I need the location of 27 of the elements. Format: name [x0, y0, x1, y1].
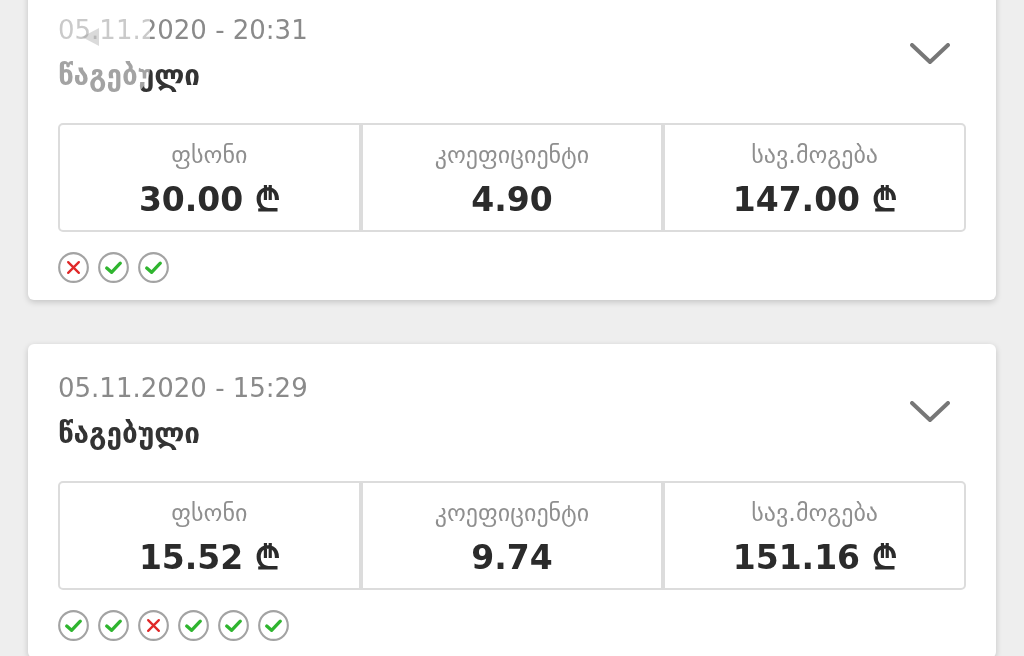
stat-value: 15.52 ₾	[138, 538, 280, 578]
stat-value: 9.74	[471, 538, 553, 578]
stat-label: ფსონი	[171, 498, 248, 529]
check-circle-icon	[98, 610, 129, 641]
stat-label: კოეფიციენტი	[434, 498, 590, 529]
check-circle-icon	[218, 610, 249, 641]
stat-value: 151.16 ₾	[732, 538, 897, 578]
cross-circle-icon	[58, 252, 89, 283]
check-circle-icon	[178, 610, 209, 641]
bet-status: წაგებული	[58, 58, 202, 94]
stat-value: 4.90	[471, 180, 553, 220]
cross-circle-icon	[138, 610, 169, 641]
check-circle-icon	[98, 252, 129, 283]
chevron-icon[interactable]	[910, 43, 950, 65]
stat-label: სავ.მოგება	[751, 498, 879, 529]
chevron-icon[interactable]	[910, 401, 950, 423]
check-circle-icon	[138, 252, 169, 283]
check-circle-icon	[58, 610, 89, 641]
bet-status: წაგებული	[58, 416, 202, 452]
stat-label: სავ.მოგება	[751, 140, 879, 171]
stat-label: კოეფიციენტი	[434, 140, 590, 171]
stat-label: ფსონი	[171, 140, 248, 171]
stat-value: 147.00 ₾	[732, 180, 897, 220]
check-circle-icon	[258, 610, 289, 641]
bet-datetime: 05.11.2020 - 15:29	[58, 372, 308, 404]
stat-value: 30.00 ₾	[138, 180, 280, 220]
bet-datetime: 05.11.2020 - 20:31	[58, 14, 308, 46]
